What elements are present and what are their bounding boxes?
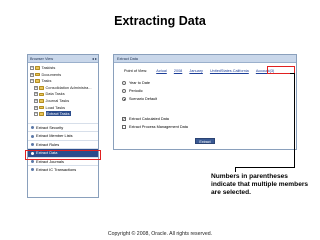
folder-icon xyxy=(35,66,40,70)
checkbox-extract-process-management[interactable]: Extract Process Management Data xyxy=(122,125,188,129)
tree-item-documents[interactable]: + Documents xyxy=(28,72,98,79)
slide-title: Extracting Data xyxy=(114,14,206,28)
tree-item-tasks[interactable]: − Tasks xyxy=(28,78,98,85)
pov-scenario-link[interactable]: Actual xyxy=(156,69,167,73)
pov-year-link[interactable]: 2008 xyxy=(174,69,182,73)
callout-line-top xyxy=(290,73,295,74)
checkbox-checked[interactable] xyxy=(122,116,126,121)
expand-icon[interactable]: + xyxy=(30,72,34,77)
pov-entity-link[interactable]: UnitedStates.California xyxy=(210,69,249,73)
browser-view-title: Browser View xyxy=(30,57,54,61)
extract-data-panel: Extract Data Point of View: Actual 2008 … xyxy=(113,54,297,150)
folder-icon xyxy=(39,99,44,103)
option-periodic[interactable]: Periodic xyxy=(122,89,143,93)
tree-item-journal-tasks[interactable]: + Journal Tasks xyxy=(28,98,98,105)
panel-scroll-buttons[interactable]: ◂ ▸ xyxy=(92,56,97,62)
tree-item-taskists[interactable]: − Taskists xyxy=(28,65,98,72)
folder-icon xyxy=(39,105,44,110)
tree-item-consolidation-admin[interactable]: + Consolidation Administra... xyxy=(28,85,98,92)
collapse-icon[interactable]: − xyxy=(30,79,34,84)
task-extract-rules[interactable]: Extract Rules xyxy=(28,139,98,148)
tree-item-extract-tasks[interactable]: − Extract Tasks xyxy=(28,111,98,118)
extract-data-header: Extract Data xyxy=(114,55,296,63)
checkbox-extract-calculated-data[interactable]: Extract Calculated Data xyxy=(122,116,169,121)
copyright-footer: Copyright © 2008, Oracle. All rights res… xyxy=(107,231,213,237)
task-extract-member-lists[interactable]: Extract Member Lists xyxy=(28,131,98,139)
task-bullet-icon xyxy=(31,168,34,172)
task-tree: − Taskists + Documents − Tasks + Consolidati… xyxy=(28,63,98,118)
point-of-view-bar: Point of View: Actual 2008 January Unite… xyxy=(124,69,274,73)
folder-icon xyxy=(39,112,44,116)
expand-icon[interactable]: + xyxy=(34,85,38,90)
expand-icon[interactable]: + xyxy=(34,98,38,103)
tree-item-load-tasks[interactable]: + Load Tasks xyxy=(28,105,98,112)
task-extract-ic-transactions[interactable]: Extract IC Transactions xyxy=(28,164,98,173)
pov-label: Point of View: xyxy=(124,69,148,73)
expand-icon[interactable]: + xyxy=(34,105,38,110)
radio-button-selected[interactable] xyxy=(122,97,126,101)
task-list: Extract Security Extract Member Lists Ex… xyxy=(28,123,98,173)
callout-line-vertical xyxy=(294,73,295,167)
collapse-icon[interactable]: − xyxy=(30,65,34,70)
callout-line-horizontal xyxy=(235,167,295,168)
folder-icon xyxy=(35,72,40,77)
checkbox[interactable] xyxy=(122,125,126,129)
folder-icon xyxy=(39,92,44,97)
browser-view-panel: Browser View ◂ ▸ − Taskists + Documents − T… xyxy=(27,54,99,198)
option-year-to-date[interactable]: Year to Date xyxy=(122,81,150,85)
expand-icon[interactable]: + xyxy=(34,92,38,97)
option-scenario-default[interactable]: Scenario Default xyxy=(122,97,157,101)
task-bullet-icon xyxy=(31,160,34,164)
radio-button[interactable] xyxy=(122,89,126,93)
folder-icon xyxy=(39,85,44,90)
callout-line-drop xyxy=(235,167,236,172)
collapse-icon[interactable]: − xyxy=(34,112,38,117)
extract-button[interactable]: Extract xyxy=(195,138,215,144)
folder-icon xyxy=(35,79,40,83)
callout-text: Numbers in parentheses indicate that mul… xyxy=(211,173,309,196)
browser-view-header: Browser View ◂ ▸ xyxy=(28,55,98,63)
task-extract-security[interactable]: Extract Security xyxy=(28,123,98,131)
task-bullet-icon xyxy=(31,134,34,138)
pov-period-link[interactable]: January xyxy=(189,69,203,73)
task-bullet-icon xyxy=(31,143,34,147)
task-bullet-icon xyxy=(31,126,34,130)
tree-item-data-tasks[interactable]: + Data Tasks xyxy=(28,91,98,98)
radio-button[interactable] xyxy=(122,81,126,85)
extract-data-highlight-box xyxy=(25,150,101,160)
